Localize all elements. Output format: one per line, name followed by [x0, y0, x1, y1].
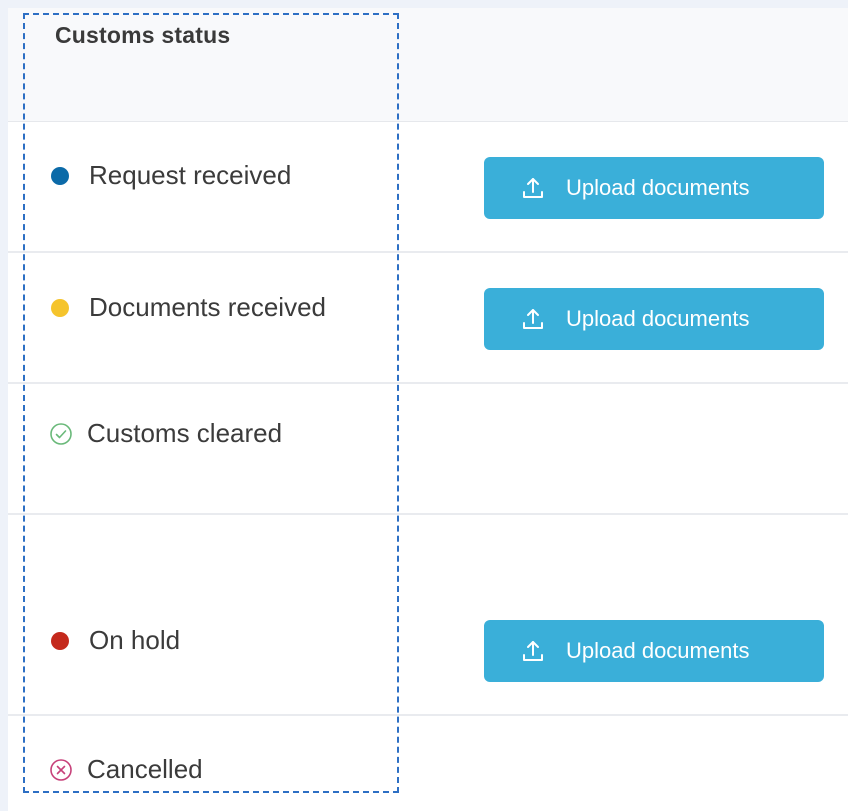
upload-documents-button[interactable]: Upload documents	[484, 288, 824, 350]
status-cell: Customs cleared	[49, 418, 282, 449]
status-cell: Documents received	[49, 292, 326, 323]
status-label: Documents received	[89, 292, 326, 322]
status-cell: On hold	[49, 625, 180, 656]
upload-documents-button[interactable]: Upload documents	[484, 620, 824, 682]
table-row: Cancelled	[8, 716, 848, 811]
table-header-row: Customs status	[8, 8, 848, 122]
status-label: Customs cleared	[87, 418, 283, 448]
customs-table: Customs status Request received Upload d…	[8, 8, 848, 811]
status-label: Cancelled	[87, 754, 203, 784]
upload-button-label: Upload documents	[566, 175, 750, 200]
upload-button-label: Upload documents	[566, 638, 750, 663]
upload-icon	[523, 178, 543, 198]
status-dot-request-received	[51, 166, 69, 185]
table-row: Request received Upload documents	[8, 122, 848, 253]
upload-button-label: Upload documents	[566, 306, 750, 331]
column-header-customs-status[interactable]: Customs status	[55, 22, 230, 49]
status-dot-documents-received	[51, 298, 69, 317]
upload-icon	[523, 641, 543, 661]
status-label: On hold	[89, 625, 181, 655]
upload-documents-button[interactable]: Upload documents	[484, 157, 824, 219]
check-circle-icon	[50, 422, 72, 445]
status-cell: Request received	[49, 160, 291, 191]
table-row: On hold Upload documents	[8, 515, 848, 716]
page-background: Customs status Request received Upload d…	[0, 0, 848, 811]
x-circle-icon	[50, 758, 72, 781]
table-row: Customs cleared	[8, 384, 848, 515]
upload-icon	[523, 309, 543, 329]
status-cell: Cancelled	[49, 754, 203, 785]
status-dot-on-hold	[51, 631, 69, 650]
table-row: Documents received Upload documents	[8, 253, 848, 384]
status-label: Request received	[89, 160, 292, 190]
